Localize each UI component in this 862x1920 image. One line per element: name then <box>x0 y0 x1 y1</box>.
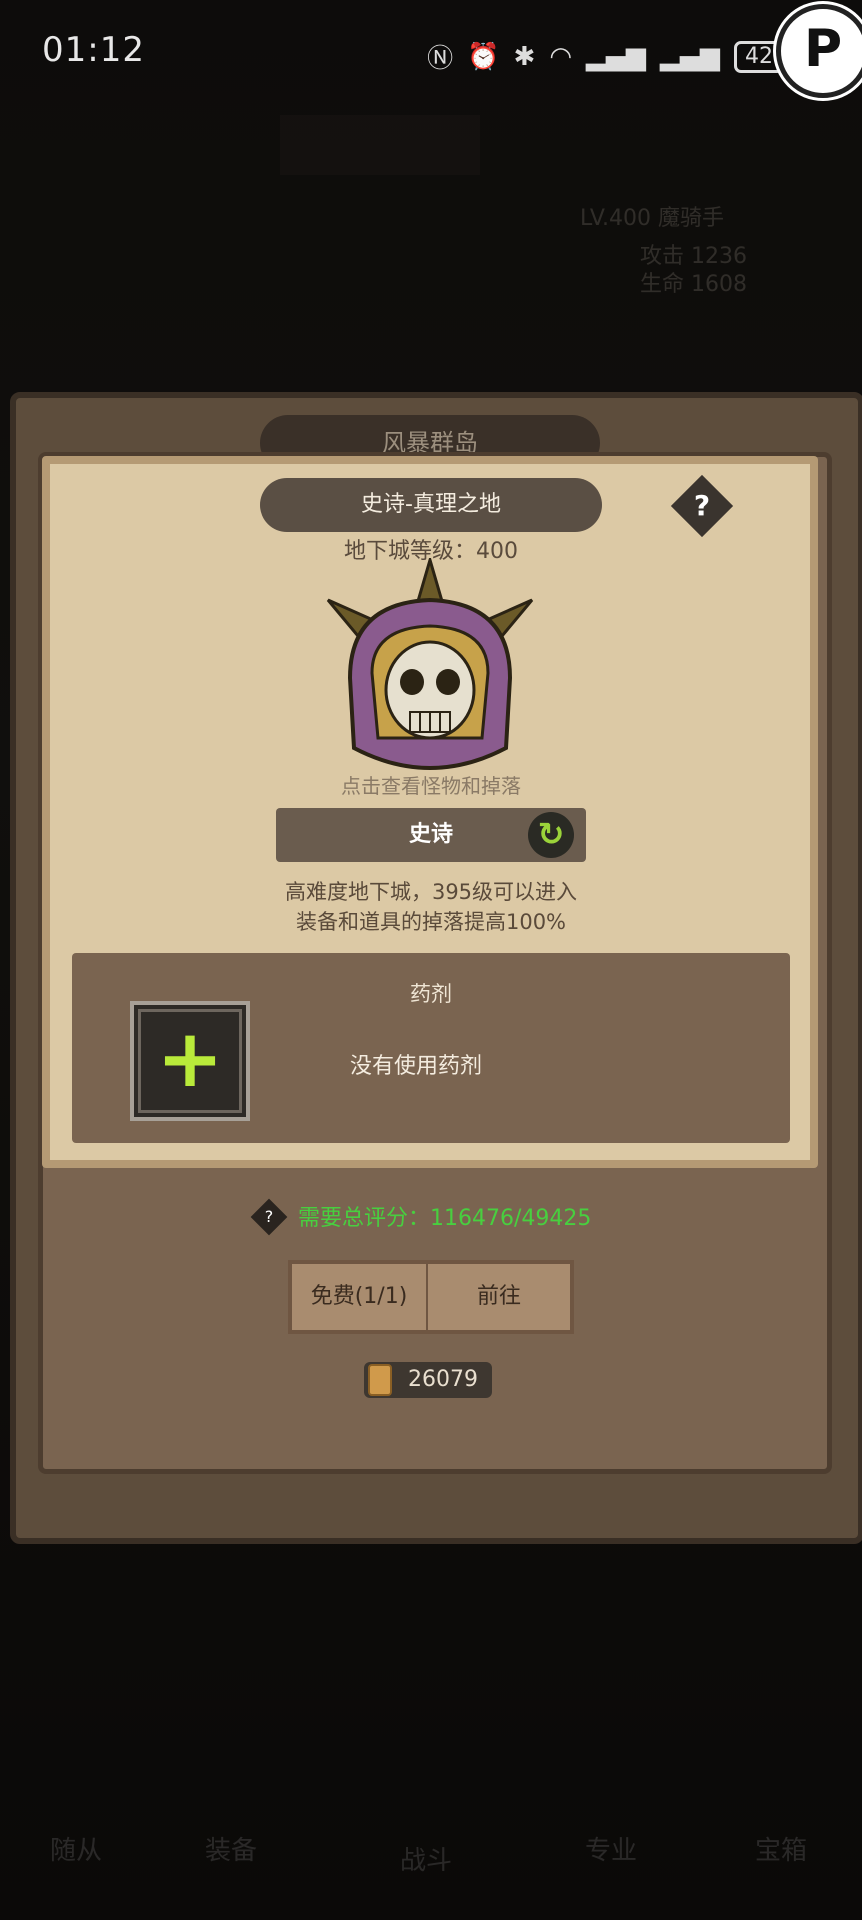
bluetooth-icon: ✱ <box>513 41 536 72</box>
app-corner-logo[interactable]: P <box>776 4 862 98</box>
description-line-2: 装备和道具的掉落提高100% <box>295 910 567 934</box>
signal-icon: ▂▄▆ <box>586 41 646 72</box>
add-potion-icon[interactable]: + <box>130 1001 250 1121</box>
alarm-icon: ⏰ <box>467 41 500 72</box>
free-entry-button[interactable]: 免费(1/1) <box>288 1260 428 1334</box>
signal-icon-2: ▂▄▆ <box>660 41 720 72</box>
refresh-icon[interactable]: ↻ <box>528 812 574 858</box>
dungeon-title: 史诗-真理之地 <box>260 478 602 532</box>
monster-drop-hint[interactable]: 点击查看怪物和掉落 <box>0 770 862 799</box>
nfc-icon: Ⓝ <box>427 44 454 74</box>
status-bar: 01:12 Ⓝ ⏰ ✱ ◠ ▂▄▆ ▂▄▆ 42 P <box>0 0 862 110</box>
score-help-icon[interactable]: ? <box>256 1204 282 1230</box>
scroll-icon <box>368 1364 392 1396</box>
difficulty-label: 史诗 <box>408 822 453 847</box>
status-time: 01:12 <box>42 30 145 70</box>
help-icon[interactable]: ? <box>680 484 724 528</box>
wifi-icon: ◠ <box>549 41 572 72</box>
required-score: 需要总评分：116476/49425 <box>298 1206 592 1231</box>
potion-status: 没有使用药剂 <box>350 1054 483 1079</box>
description-line-1: 高难度地下城，395级可以进入 <box>284 880 578 904</box>
status-icons: Ⓝ ⏰ ✱ ◠ ▂▄▆ ▂▄▆ 42 <box>427 38 784 75</box>
go-button[interactable]: 前往 <box>426 1260 574 1334</box>
skull-helmet-monster-icon[interactable] <box>320 558 540 788</box>
game-screen: LV.400 魔骑手 攻击 1236 生命 1608 随从 装备 战斗 专业 宝… <box>0 0 862 1920</box>
